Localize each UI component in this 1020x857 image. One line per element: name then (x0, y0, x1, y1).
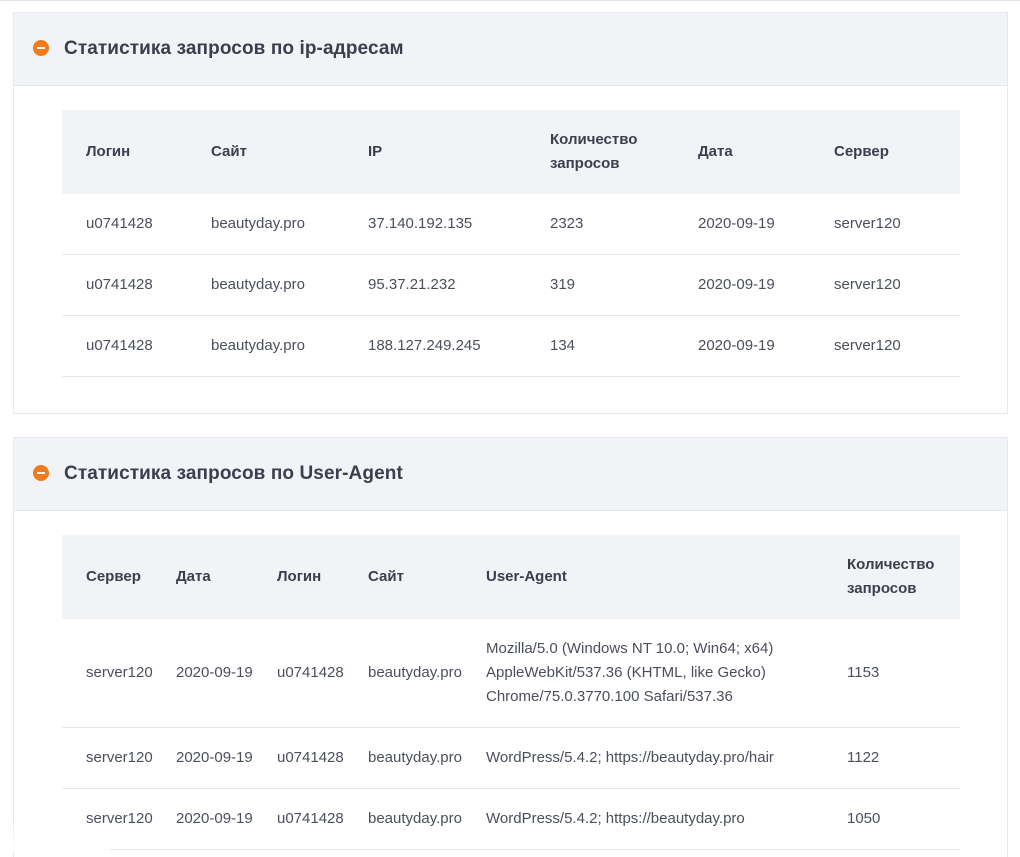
ip-stats-table: Логин Сайт IP Количество запросов Дата С… (62, 110, 960, 377)
column-header-ip: IP (344, 110, 526, 194)
column-header-site: Сайт (187, 110, 344, 194)
cell-site: beautyday.pro (344, 619, 462, 728)
table-row: u0741428 beautyday.pro 188.127.249.245 1… (62, 315, 960, 377)
cell-site: beautyday.pro (344, 788, 462, 850)
column-header-date: Дата (674, 110, 810, 194)
cell-request-count: 1153 (823, 619, 960, 728)
cell-login: u0741428 (62, 194, 187, 255)
table-row: u0741428 beautyday.pro 37.140.192.135 23… (62, 194, 960, 255)
ip-stats-title: Статистика запросов по ip-адресам (64, 38, 404, 59)
cell-login: u0741428 (62, 315, 187, 377)
table-header-row: Сервер Дата Логин Сайт User-Agent Количе… (62, 535, 960, 619)
cell-date: 2020-09-19 (674, 254, 810, 316)
column-header-request-count: Количество запросов (526, 110, 674, 194)
cell-date: 2020-09-19 (152, 619, 253, 728)
cell-ip: 188.127.249.245 (344, 315, 526, 377)
cell-login: u0741428 (62, 254, 187, 316)
column-header-request-count: Количество запросов (823, 535, 960, 619)
cell-request-count: 1050 (823, 788, 960, 850)
cell-site: beautyday.pro (187, 254, 344, 316)
cell-request-count: 319 (526, 254, 674, 316)
cell-server: server120 (810, 315, 960, 377)
cell-user-agent: Mozilla/5.0 (Windows NT 10.0; Win64; x64… (462, 619, 823, 728)
cell-request-count: 2323 (526, 194, 674, 255)
cell-ip: 95.37.21.232 (344, 254, 526, 316)
column-header-date: Дата (152, 535, 253, 619)
top-divider (0, 0, 1020, 1)
cell-request-count: 1122 (823, 727, 960, 789)
user-agent-stats-table: Сервер Дата Логин Сайт User-Agent Количе… (62, 535, 960, 850)
minus-circle-icon[interactable] (33, 40, 49, 56)
table-row: server120 2020-09-19 u0741428 beautyday.… (62, 619, 960, 728)
cell-login: u0741428 (253, 727, 344, 789)
bottom-fade-overlay (0, 821, 110, 851)
column-header-server: Сервер (62, 535, 152, 619)
user-agent-stats-panel: Статистика запросов по User-Agent Сервер… (13, 437, 1008, 857)
cell-request-count: 134 (526, 315, 674, 377)
user-agent-stats-panel-header[interactable]: Статистика запросов по User-Agent (14, 438, 1007, 511)
cell-server: server120 (810, 254, 960, 316)
ip-stats-panel-header[interactable]: Статистика запросов по ip-адресам (14, 13, 1007, 86)
table-row: server120 2020-09-19 u0741428 beautyday.… (62, 727, 960, 789)
minus-circle-icon[interactable] (33, 465, 49, 481)
cell-date: 2020-09-19 (152, 788, 253, 850)
cell-server: server120 (810, 194, 960, 255)
table-header-row: Логин Сайт IP Количество запросов Дата С… (62, 110, 960, 194)
column-header-server: Сервер (810, 110, 960, 194)
table-row: server120 2020-09-19 u0741428 beautyday.… (62, 788, 960, 850)
cell-user-agent: WordPress/5.4.2; https://beautyday.pro (462, 788, 823, 850)
cell-login: u0741428 (253, 788, 344, 850)
cell-date: 2020-09-19 (674, 315, 810, 377)
cell-date: 2020-09-19 (152, 727, 253, 789)
column-header-login: Логин (62, 110, 187, 194)
column-header-site: Сайт (344, 535, 462, 619)
column-header-user-agent: User-Agent (462, 535, 823, 619)
cell-server: server120 (62, 727, 153, 789)
cell-user-agent: WordPress/5.4.2; https://beautyday.pro/h… (462, 727, 823, 789)
cell-site: beautyday.pro (344, 727, 462, 789)
cell-date: 2020-09-19 (674, 194, 810, 255)
cell-server: server120 (62, 619, 153, 728)
cell-ip: 37.140.192.135 (344, 194, 526, 255)
cell-site: beautyday.pro (187, 194, 344, 255)
cell-site: beautyday.pro (187, 315, 344, 377)
table-row: u0741428 beautyday.pro 95.37.21.232 319 … (62, 254, 960, 316)
ip-stats-panel: Статистика запросов по ip-адресам Логин … (13, 12, 1008, 414)
user-agent-stats-title: Статистика запросов по User-Agent (64, 463, 403, 484)
column-header-login: Логин (253, 535, 344, 619)
cell-login: u0741428 (253, 619, 344, 728)
